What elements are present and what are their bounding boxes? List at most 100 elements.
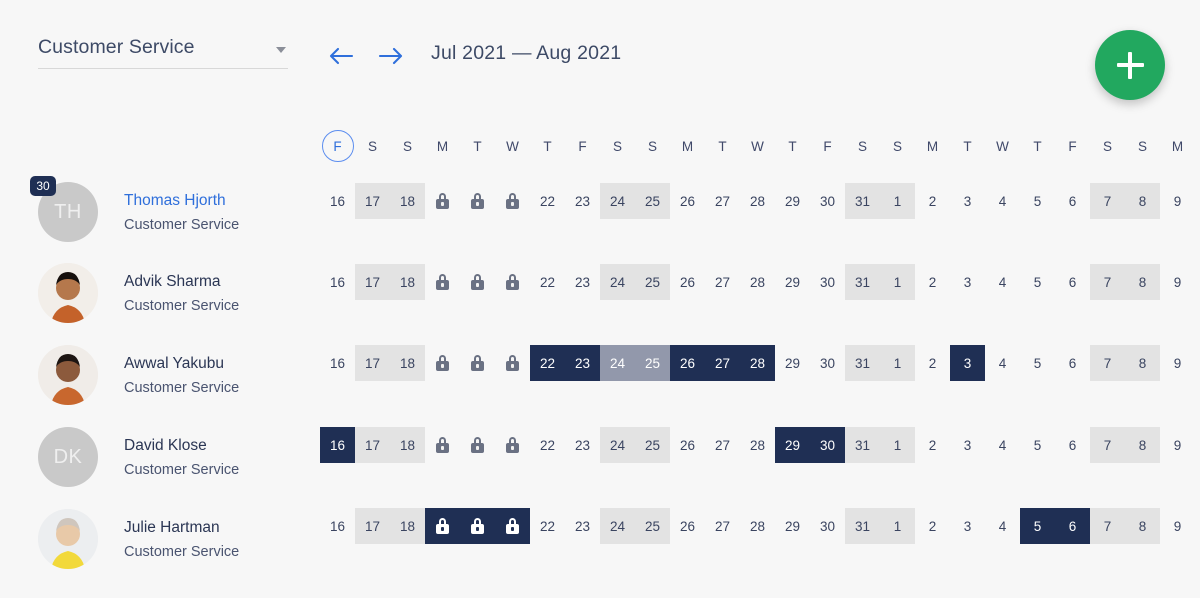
schedule-cell[interactable]: 27: [705, 508, 740, 544]
schedule-cell[interactable]: 30: [810, 264, 845, 300]
employee-name[interactable]: Awwal Yakubu: [124, 355, 239, 373]
schedule-cell[interactable]: 9: [1160, 183, 1195, 219]
schedule-cell[interactable]: 7: [1090, 427, 1125, 463]
schedule-cell[interactable]: 1: [880, 345, 915, 381]
schedule-cell[interactable]: 18: [390, 183, 425, 219]
schedule-cell-locked[interactable]: [495, 183, 530, 219]
schedule-cell[interactable]: 8: [1125, 427, 1160, 463]
schedule-cell[interactable]: 8: [1125, 345, 1160, 381]
schedule-cell[interactable]: 30: [810, 508, 845, 544]
employee-name[interactable]: David Klose: [124, 437, 239, 455]
schedule-cell[interactable]: 18: [390, 264, 425, 300]
employee-row[interactable]: Awwal Yakubu Customer Service: [38, 339, 308, 411]
schedule-cell[interactable]: 2: [915, 508, 950, 544]
schedule-cell[interactable]: 4: [985, 345, 1020, 381]
schedule-cell-locked[interactable]: [460, 183, 495, 219]
schedule-cell[interactable]: 31: [845, 345, 880, 381]
schedule-cell[interactable]: 8: [1125, 508, 1160, 544]
schedule-cell[interactable]: 28: [740, 508, 775, 544]
schedule-cell[interactable]: 30: [810, 427, 845, 463]
employee-name[interactable]: Advik Sharma: [124, 273, 239, 291]
schedule-cell[interactable]: 30: [810, 345, 845, 381]
schedule-cell[interactable]: 16: [320, 183, 355, 219]
schedule-cell[interactable]: 6: [1055, 427, 1090, 463]
schedule-cell[interactable]: 28: [740, 345, 775, 381]
schedule-cell[interactable]: 29: [775, 183, 810, 219]
schedule-cell[interactable]: 2: [915, 345, 950, 381]
schedule-cell[interactable]: 17: [355, 264, 390, 300]
schedule-cell[interactable]: 6: [1055, 264, 1090, 300]
schedule-cell[interactable]: 24: [600, 508, 635, 544]
schedule-cell-locked[interactable]: [495, 508, 530, 544]
schedule-cell-locked[interactable]: [460, 264, 495, 300]
schedule-cell[interactable]: 1: [880, 508, 915, 544]
schedule-cell[interactable]: 2: [915, 183, 950, 219]
schedule-cell[interactable]: 3: [950, 508, 985, 544]
schedule-cell[interactable]: 8: [1125, 183, 1160, 219]
schedule-cell[interactable]: 4: [985, 427, 1020, 463]
schedule-cell[interactable]: 29: [775, 427, 810, 463]
schedule-cell[interactable]: 16: [320, 427, 355, 463]
schedule-cell[interactable]: 22: [530, 345, 565, 381]
schedule-cell-locked[interactable]: [460, 345, 495, 381]
schedule-cell[interactable]: 16: [320, 345, 355, 381]
schedule-cell[interactable]: 29: [775, 345, 810, 381]
schedule-cell[interactable]: 26: [670, 183, 705, 219]
schedule-cell[interactable]: 2: [915, 427, 950, 463]
schedule-cell[interactable]: 17: [355, 183, 390, 219]
schedule-cell[interactable]: 26: [670, 508, 705, 544]
schedule-cell[interactable]: 25: [635, 427, 670, 463]
employee-row[interactable]: TH 30 Thomas Hjorth Customer Service: [30, 176, 308, 248]
schedule-cell[interactable]: 29: [775, 264, 810, 300]
schedule-cell-locked[interactable]: [460, 427, 495, 463]
schedule-cell-locked[interactable]: [425, 345, 460, 381]
schedule-cell[interactable]: 27: [705, 427, 740, 463]
schedule-cell[interactable]: 5: [1020, 183, 1055, 219]
schedule-cell[interactable]: 31: [845, 183, 880, 219]
employee-row[interactable]: DK David Klose Customer Service: [38, 421, 308, 493]
schedule-cell-locked[interactable]: [495, 345, 530, 381]
employee-name[interactable]: Julie Hartman: [124, 519, 239, 537]
schedule-cell[interactable]: 5: [1020, 508, 1055, 544]
schedule-cell[interactable]: 25: [635, 508, 670, 544]
schedule-cell[interactable]: 9: [1160, 427, 1195, 463]
schedule-cell[interactable]: 23: [565, 508, 600, 544]
schedule-cell[interactable]: 9: [1160, 345, 1195, 381]
schedule-cell[interactable]: 5: [1020, 345, 1055, 381]
schedule-cell[interactable]: 4: [985, 264, 1020, 300]
schedule-cell[interactable]: 22: [530, 264, 565, 300]
schedule-cell[interactable]: 5: [1020, 264, 1055, 300]
schedule-cell[interactable]: 4: [985, 508, 1020, 544]
schedule-cell[interactable]: 26: [670, 345, 705, 381]
schedule-cell[interactable]: 9: [1160, 508, 1195, 544]
employee-row[interactable]: Advik Sharma Customer Service: [38, 257, 308, 329]
schedule-cell[interactable]: 1: [880, 264, 915, 300]
schedule-cell[interactable]: 1: [880, 427, 915, 463]
schedule-cell[interactable]: 27: [705, 264, 740, 300]
schedule-cell[interactable]: 18: [390, 427, 425, 463]
schedule-cell[interactable]: 6: [1055, 508, 1090, 544]
schedule-cell[interactable]: 28: [740, 264, 775, 300]
schedule-cell[interactable]: 17: [355, 345, 390, 381]
schedule-cell[interactable]: 23: [565, 345, 600, 381]
schedule-cell[interactable]: 3: [950, 427, 985, 463]
schedule-cell[interactable]: 3: [950, 183, 985, 219]
schedule-cell[interactable]: 24: [600, 264, 635, 300]
schedule-cell[interactable]: 17: [355, 427, 390, 463]
schedule-cell[interactable]: 22: [530, 508, 565, 544]
schedule-cell[interactable]: 18: [390, 345, 425, 381]
schedule-cell[interactable]: 4: [985, 183, 1020, 219]
schedule-cell[interactable]: 17: [355, 508, 390, 544]
schedule-cell[interactable]: 6: [1055, 345, 1090, 381]
schedule-cell-locked[interactable]: [495, 264, 530, 300]
schedule-cell[interactable]: 31: [845, 264, 880, 300]
schedule-cell[interactable]: 25: [635, 264, 670, 300]
schedule-cell[interactable]: 7: [1090, 345, 1125, 381]
schedule-cell[interactable]: 8: [1125, 264, 1160, 300]
schedule-cell-locked[interactable]: [425, 183, 460, 219]
schedule-cell[interactable]: 26: [670, 427, 705, 463]
schedule-cell[interactable]: 3: [950, 345, 985, 381]
schedule-cell[interactable]: 27: [705, 345, 740, 381]
schedule-cell[interactable]: 7: [1090, 508, 1125, 544]
employee-name[interactable]: Thomas Hjorth: [124, 192, 239, 210]
